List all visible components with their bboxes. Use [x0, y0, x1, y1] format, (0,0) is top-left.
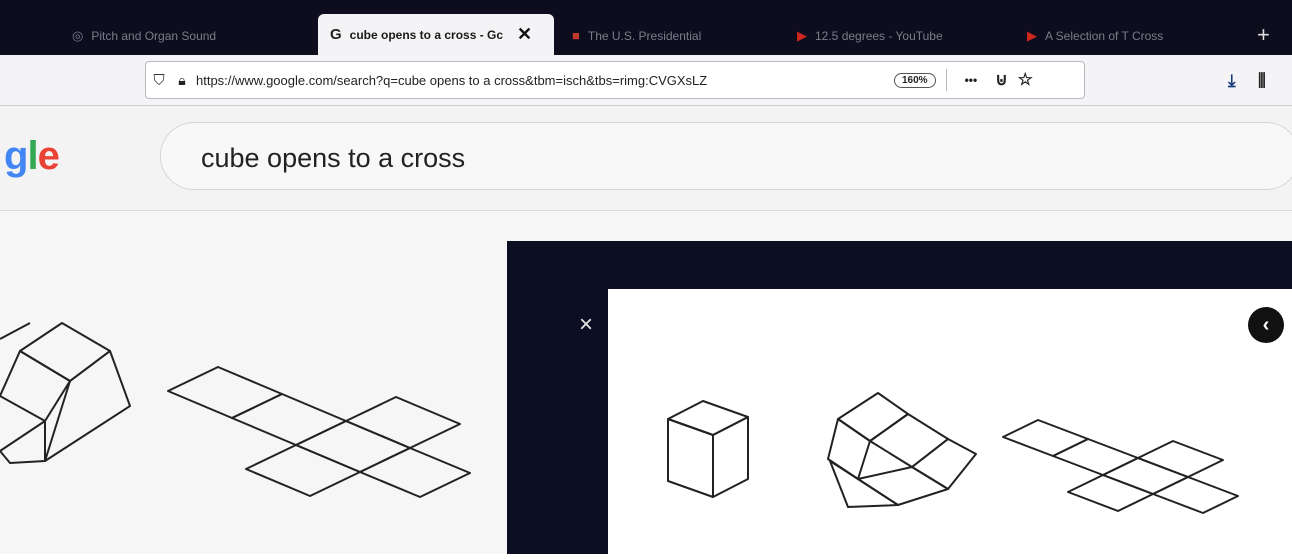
tab-strip: ◎ Pitch and Organ Sound G cube opens to …	[0, 0, 1292, 55]
navigation-bar: ⛉ 🔒︎ 160% ••• ⊍ ☆ ⤓ ⫼	[0, 55, 1292, 106]
divider	[945, 69, 947, 91]
more-icon[interactable]: •••	[965, 73, 978, 87]
lock-icon[interactable]: 🔒︎	[172, 72, 192, 89]
cube-unfolding-illustration	[667, 392, 1239, 514]
net-square	[1102, 457, 1189, 495]
tab-title: cube opens to a cross - Gc	[349, 27, 504, 42]
open-cube-flap	[837, 392, 909, 442]
google-favicon-icon: G	[330, 26, 342, 43]
logo-letter: e	[37, 134, 60, 178]
result-thumbnail-cube-net[interactable]	[0, 211, 507, 554]
net-edge	[0, 322, 31, 340]
tab-cube-search[interactable]: G cube opens to a cross - Gc ✕	[318, 14, 554, 55]
net-square	[245, 444, 361, 497]
tab-presidential[interactable]: ■ The U.S. Presidential	[560, 16, 755, 55]
cube-face	[19, 322, 111, 382]
tab-pitch[interactable]: ◎ Pitch and Organ Sound	[60, 16, 300, 55]
cube-face	[0, 420, 46, 464]
net-square	[345, 396, 461, 449]
tab-title: A Selection of T Cross	[1045, 28, 1164, 43]
new-tab-button[interactable]: +	[1257, 22, 1270, 48]
tab-favicon-icon: ◎	[72, 27, 84, 43]
preview-image[interactable]	[608, 289, 1292, 554]
net-square	[167, 366, 283, 419]
net-square	[231, 393, 347, 446]
net-square	[1052, 438, 1139, 476]
youtube-favicon-icon: ▶	[1027, 27, 1037, 43]
cube-face	[44, 350, 131, 462]
cube-face	[0, 350, 71, 422]
cube-right-face	[712, 416, 749, 498]
open-cube-base	[857, 466, 949, 506]
image-preview-panel: × ‹	[507, 241, 1292, 554]
url-input[interactable]	[192, 72, 890, 88]
tab-title: Pitch and Organ Sound	[91, 28, 217, 43]
tab-favicon-icon: ■	[572, 28, 580, 43]
zoom-indicator[interactable]: 160%	[894, 72, 936, 88]
tab-youtube[interactable]: ▶ 12.5 degrees - YouTube	[785, 16, 995, 55]
address-bar[interactable]: ⛉ 🔒︎ 160% ••• ⊍ ☆	[145, 61, 1085, 99]
logo-text: gle	[4, 134, 60, 178]
image-results: × ‹	[0, 211, 1292, 554]
net-square	[1137, 440, 1224, 478]
net-square	[1002, 419, 1089, 457]
net-square	[1067, 474, 1154, 512]
logo-letter: l	[27, 134, 38, 178]
download-icon[interactable]: ⤓	[1228, 71, 1236, 91]
pocket-icon[interactable]: ⊍	[995, 70, 1007, 90]
chevron-left-icon[interactable]: ‹	[1248, 307, 1284, 343]
cube-top-face	[667, 400, 749, 436]
youtube-favicon-icon: ▶	[797, 27, 807, 43]
tab-title: 12.5 degrees - YouTube	[815, 28, 943, 43]
tab-title: The U.S. Presidential	[587, 28, 702, 43]
search-input[interactable]: cube opens to a cross	[160, 122, 1292, 190]
bookmark-star-icon[interactable]: ☆	[1018, 70, 1033, 90]
tab-t-cross[interactable]: ▶ A Selection of T Cross	[1015, 16, 1240, 55]
google-header: gle cube opens to a cross	[0, 106, 1292, 211]
net-square	[295, 420, 411, 473]
shield-icon[interactable]: ⛉	[146, 72, 172, 89]
net-square	[359, 447, 471, 498]
library-icon[interactable]: ⫼	[1258, 71, 1266, 91]
open-cube-flap	[829, 460, 899, 508]
cube-left-face	[667, 418, 714, 498]
open-cube-face	[869, 413, 949, 468]
search-query: cube opens to a cross	[201, 143, 466, 173]
prev-glyph: ‹	[1262, 313, 1270, 336]
google-logo[interactable]: gle	[4, 134, 60, 179]
open-cube-flap	[911, 438, 977, 490]
net-square	[1152, 476, 1239, 514]
close-tab-icon[interactable]: ✕	[517, 24, 532, 45]
close-icon[interactable]: ×	[579, 311, 593, 339]
logo-letter: g	[4, 134, 28, 178]
